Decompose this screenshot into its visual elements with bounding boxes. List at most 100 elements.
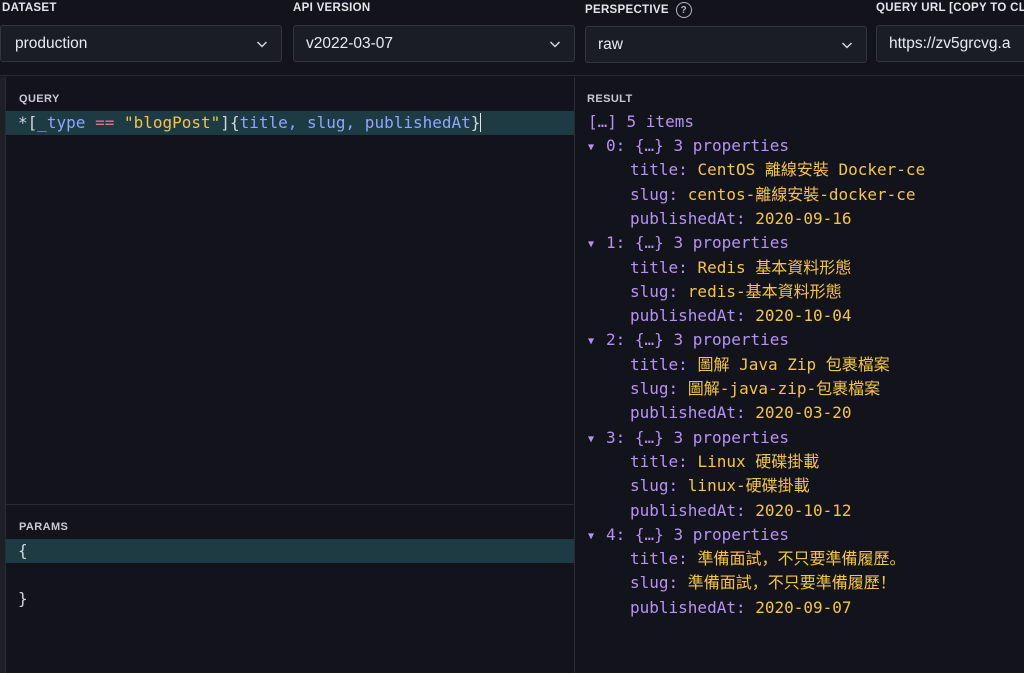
- result-property-publishedat: publishedAt: 2020-09-16: [630, 207, 852, 231]
- result-item-header[interactable]: ▼ 3: {…} 3 properties: [588, 426, 789, 450]
- result-property-publishedat: publishedAt: 2020-09-07: [630, 596, 852, 620]
- property-key: title:: [630, 451, 698, 471]
- result-item-index: 3:: [606, 427, 626, 447]
- result-property-title: title: Redis 基本資料形態: [630, 256, 851, 280]
- property-key: publishedAt:: [630, 500, 756, 520]
- property-value: 圖解 Java Zip 包裹檔案: [697, 354, 890, 374]
- property-key: slug:: [630, 573, 688, 593]
- property-value: 2020-10-12: [755, 500, 852, 520]
- result-property-title: title: CentOS 離線安裝 Docker-ce: [630, 158, 925, 182]
- query-label: QUERY: [19, 93, 60, 105]
- result-item-index: 0:: [606, 136, 626, 155]
- property-value: CentOS 離線安裝 Docker-ce: [697, 160, 926, 180]
- result-item-sep: [625, 136, 635, 155]
- property-key: title:: [630, 160, 698, 180]
- triangle-down-icon[interactable]: ▼: [588, 330, 606, 354]
- triangle-down-icon[interactable]: ▼: [588, 525, 606, 549]
- result-pane: RESULT […] 5 items ▼ 0: {…} 3 properties t…: [575, 77, 1024, 673]
- result-item-header[interactable]: ▼ 4: {…} 3 properties: [588, 523, 789, 547]
- dataset-field: DATASET production: [0, 0, 284, 76]
- result-item-summary: {…} 3 properties: [634, 136, 790, 155]
- params-line: [6, 563, 575, 587]
- property-key: title:: [630, 549, 698, 569]
- params-line: }: [18, 589, 28, 608]
- property-value: 2020-10-04: [755, 306, 852, 326]
- result-item-header[interactable]: ▼ 1: {…} 3 properties: [588, 231, 789, 255]
- property-key: publishedAt:: [630, 208, 756, 228]
- result-property-slug: slug: redis-基本資料形態: [630, 280, 842, 304]
- result-label: RESULT: [587, 93, 633, 105]
- property-key: title:: [630, 354, 698, 374]
- dataset-value: production: [15, 34, 88, 52]
- property-key: slug:: [630, 379, 688, 398]
- dataset-select[interactable]: production: [0, 25, 282, 62]
- triangle-down-icon[interactable]: ▼: [588, 428, 606, 452]
- query-editor[interactable]: *[_type == "blogPost"]{title, slug, publ…: [6, 111, 575, 135]
- property-value: 2020-09-07: [755, 597, 852, 617]
- property-key: publishedAt:: [630, 306, 756, 326]
- result-property-publishedat: publishedAt: 2020-10-04: [630, 304, 852, 328]
- chevron-down-icon: [840, 38, 854, 52]
- toolbar: DATASET production API VERSION v2022-03-…: [0, 0, 1024, 76]
- result-property-title: title: Linux 硬碟掛載: [630, 450, 819, 474]
- property-value: 準備面試，不只要準備履歷。: [697, 549, 906, 569]
- chevron-down-icon: [548, 37, 562, 51]
- result-property-title: title: 圖解 Java Zip 包裹檔案: [630, 353, 890, 377]
- property-value: 2020-03-20: [755, 403, 852, 423]
- result-property-slug: slug: centos-離線安裝-docker-ce: [630, 183, 916, 207]
- perspective-select[interactable]: raw: [585, 26, 867, 63]
- property-value: linux-硬碟掛載: [687, 476, 810, 496]
- property-value: 2020-09-16: [755, 208, 852, 228]
- query-token-projection-fields: title, slug, publishedAt: [239, 113, 471, 132]
- result-summary: […] 5 items: [588, 112, 694, 131]
- query-token-projection-close: }: [470, 113, 481, 132]
- text-cursor: [480, 113, 482, 132]
- result-item-summary: {…} 3 properties: [634, 233, 790, 253]
- result-item-index: 1:: [606, 233, 626, 253]
- query-token-projection-open: {: [229, 113, 240, 132]
- result-item-sep: [625, 428, 635, 447]
- api-version-select[interactable]: v2022-03-07: [293, 25, 575, 62]
- api-version-label: API VERSION: [293, 2, 371, 14]
- result-item-header[interactable]: ▼ 2: {…} 3 properties: [588, 328, 789, 352]
- params-divider[interactable]: [6, 504, 575, 505]
- query-url-input[interactable]: https://zv5grcvg.a: [876, 25, 1024, 62]
- api-version-value: v2022-03-07: [306, 34, 394, 52]
- property-value: 準備面試，不只要準備履歷！: [687, 573, 896, 593]
- property-value: centos-離線安裝-docker-ce: [687, 184, 916, 204]
- help-icon[interactable]: ?: [675, 2, 692, 18]
- params-label: PARAMS: [19, 521, 69, 533]
- triangle-down-icon[interactable]: ▼: [588, 233, 606, 257]
- property-key: slug:: [630, 184, 688, 204]
- triangle-down-icon[interactable]: ▼: [588, 136, 606, 160]
- query-token-close-filter: ]: [220, 113, 230, 132]
- result-property-slug: slug: linux-硬碟掛載: [630, 474, 810, 498]
- property-key: publishedAt:: [630, 597, 756, 617]
- result-property-slug: slug: 圖解-java-zip-包裹檔案: [630, 377, 880, 401]
- result-property-title: title: 準備面試，不只要準備履歷。: [630, 547, 905, 571]
- result-item-summary: {…} 3 properties: [634, 330, 790, 350]
- result-item-sep: [625, 330, 635, 349]
- perspective-field: PERSPECTIVE ? raw: [585, 0, 867, 76]
- property-key: slug:: [630, 281, 688, 301]
- result-item-header[interactable]: ▼ 0: {…} 3 properties: [588, 134, 789, 158]
- query-pane: QUERY *[_type == "blogPost"]{title, slug…: [6, 77, 575, 673]
- query-url-label: QUERY URL [COPY TO CL: [876, 2, 1024, 14]
- perspective-value: raw: [598, 35, 623, 53]
- property-value: redis-基本資料形態: [687, 281, 842, 301]
- result-property-publishedat: publishedAt: 2020-03-20: [630, 401, 852, 425]
- params-line: {: [6, 539, 575, 563]
- chevron-down-icon: [255, 37, 269, 51]
- property-key: slug:: [630, 476, 688, 496]
- api-version-field: API VERSION v2022-03-07: [293, 0, 575, 76]
- result-item-summary: {…} 3 properties: [634, 524, 790, 544]
- result-property-slug: slug: 準備面試，不只要準備履歷！: [630, 571, 896, 595]
- result-property-publishedat: publishedAt: 2020-10-12: [630, 499, 852, 523]
- query-token-star: *[: [18, 113, 38, 132]
- query-token-operator: ==: [85, 113, 124, 132]
- property-key: title:: [630, 257, 698, 277]
- property-value: 圖解-java-zip-包裹檔案: [687, 379, 881, 398]
- perspective-label: PERSPECTIVE: [585, 4, 669, 16]
- result-item-summary: {…} 3 properties: [634, 427, 790, 447]
- perspective-label-row: PERSPECTIVE ?: [585, 2, 692, 18]
